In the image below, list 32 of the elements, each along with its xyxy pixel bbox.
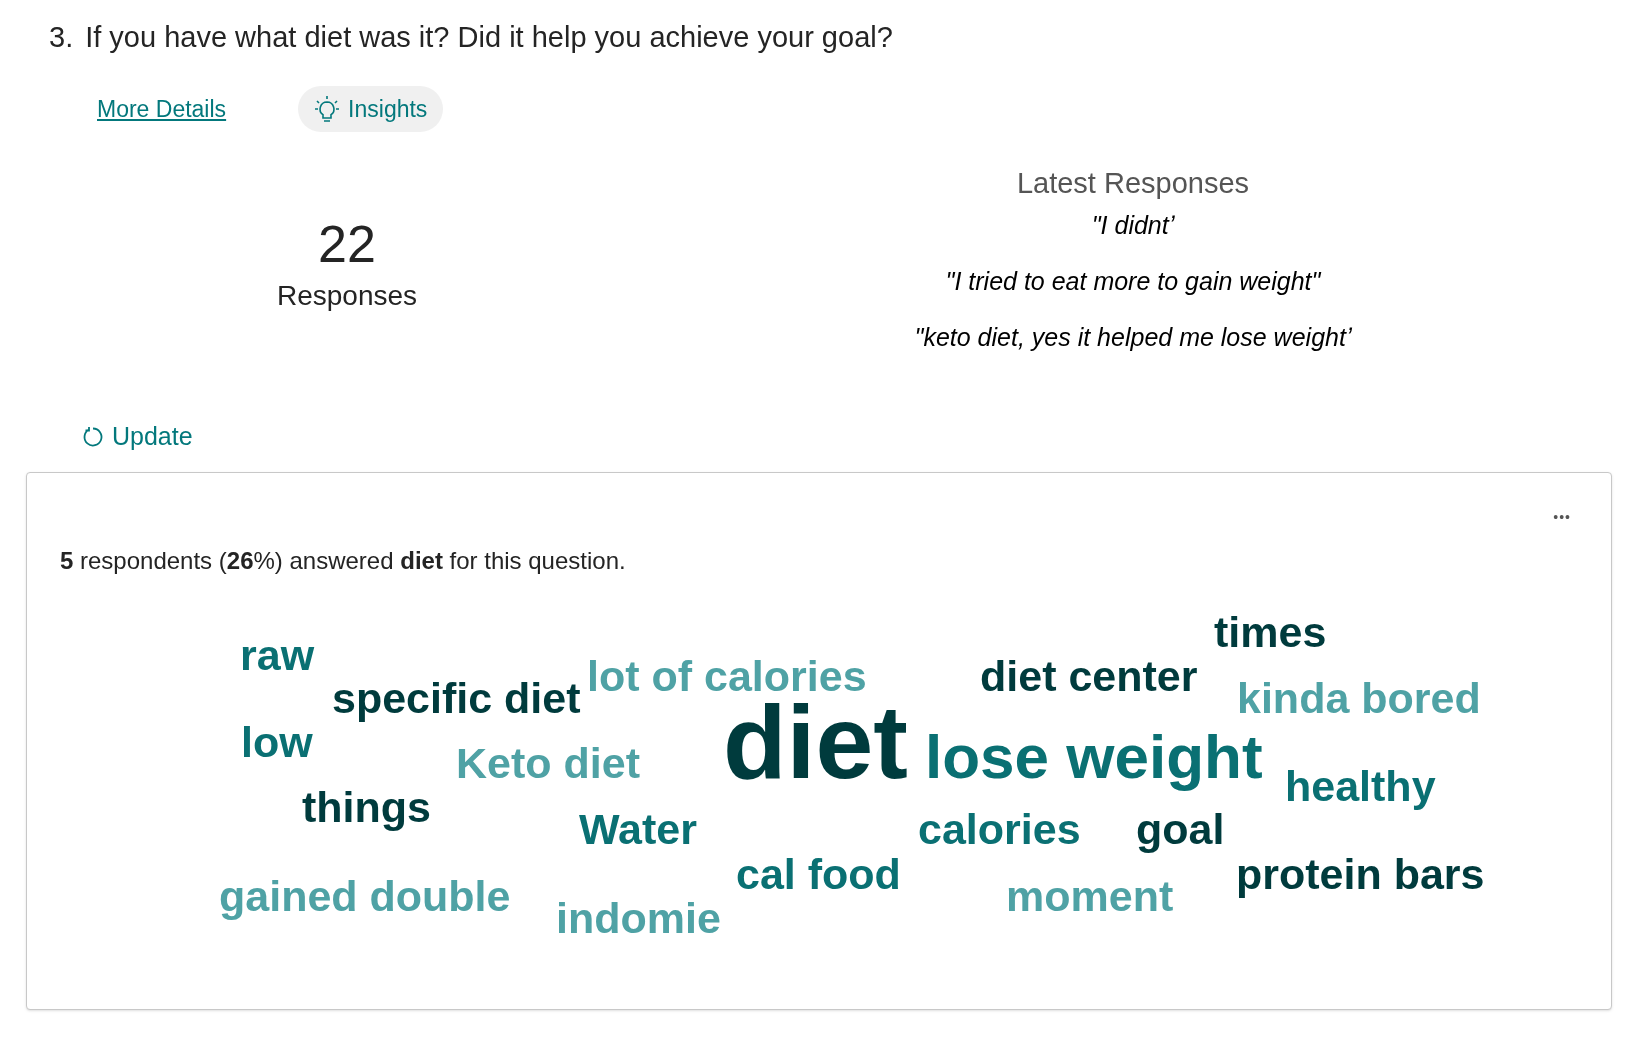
response-quote: "I tried to eat more to gain weight" (945, 266, 1321, 297)
responses-label: Responses (276, 279, 418, 313)
response-quote: "I didntʼ (1091, 210, 1175, 241)
cloud-word: calories (918, 807, 1081, 851)
cloud-word: low (241, 720, 313, 764)
cloud-word: raw (240, 633, 315, 677)
cloud-word: indomie (556, 896, 721, 940)
cloud-word: goal (1136, 807, 1225, 851)
question-text: If you have what diet was it? Did it help you achieve your goal? (85, 20, 893, 55)
response-quote: "keto diet, yes it helped me lose weightʼ (914, 322, 1352, 353)
cloud-word: gained double (219, 874, 511, 918)
more-details-link[interactable]: More Details (97, 91, 227, 127)
cloud-word: healthy (1285, 764, 1436, 808)
summary-sentence: 5 respondents (26%) answered diet for this question. (60, 546, 626, 576)
refresh-icon (82, 425, 104, 448)
cloud-word: things (302, 785, 431, 829)
lightbulb-icon (314, 95, 341, 123)
cloud-word: specific diet (332, 676, 581, 720)
update-button[interactable]: Update (82, 418, 193, 456)
cloud-word: Keto diet (456, 741, 640, 785)
more-options-button[interactable]: ••• (1553, 507, 1571, 528)
cloud-word: moment (1006, 874, 1174, 918)
cloud-word: diet center (980, 654, 1198, 698)
cloud-word: cal food (736, 852, 901, 896)
cloud-word: kinda bored (1237, 676, 1481, 720)
cloud-word: Water (579, 807, 697, 851)
cloud-word: protein bars (1236, 852, 1485, 896)
cloud-word: times (1214, 610, 1327, 654)
question-number: 3. (49, 20, 74, 55)
insights-button[interactable]: Insights (298, 86, 444, 132)
latest-responses-title: Latest Responses (1016, 166, 1250, 201)
response-count: 22 (318, 214, 376, 275)
